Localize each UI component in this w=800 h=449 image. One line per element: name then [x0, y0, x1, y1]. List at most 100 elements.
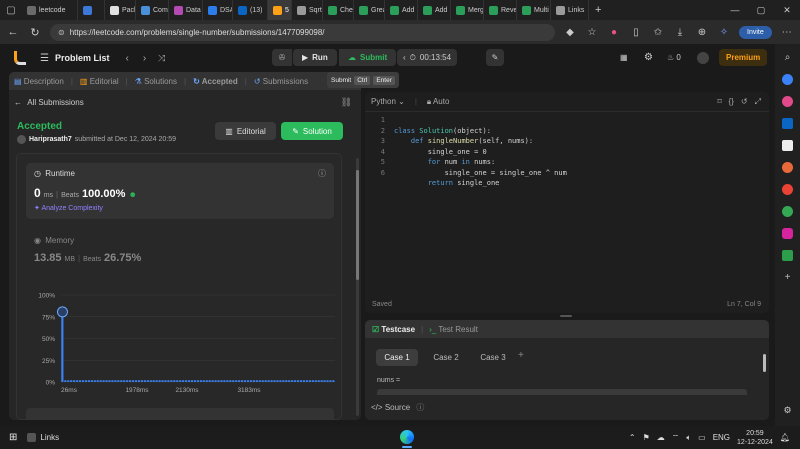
tab-test-result[interactable]: ›_ Test Result [429, 325, 478, 334]
browser-tab[interactable]: (13) [233, 0, 268, 20]
leetcode-logo-icon[interactable] [14, 51, 26, 65]
edge-taskbar-icon[interactable] [400, 430, 414, 444]
browser-tab[interactable] [78, 0, 105, 20]
code-area[interactable]: class Solution(object): def singleNumber… [394, 115, 567, 189]
case-2-tab[interactable]: Case 2 [425, 349, 467, 366]
browser-tab[interactable]: Add [385, 0, 418, 20]
tray-expand-icon[interactable]: ⌃ [629, 433, 636, 442]
more-icon[interactable]: ⋯ [780, 27, 794, 38]
note-icon[interactable]: ✎ [486, 49, 504, 66]
language-indicator[interactable]: ENG [713, 433, 730, 442]
search-icon[interactable]: ⌕ [785, 52, 791, 63]
wifi-icon[interactable]: ⌔ [672, 433, 680, 443]
copilot-sidebar-icon[interactable] [782, 74, 793, 85]
instagram-icon[interactable] [782, 228, 793, 239]
panel-splitter[interactable] [560, 315, 572, 317]
start-icon[interactable]: ⊞ [9, 432, 17, 443]
browser-tab[interactable]: Chec [323, 0, 354, 20]
google-icon[interactable] [782, 184, 793, 195]
close-icon[interactable]: ✕ [774, 0, 800, 20]
tab-description[interactable]: ▤ Description [14, 77, 64, 86]
solution-button[interactable]: ✎ Solution [281, 122, 343, 140]
testcase-scrollbar[interactable] [763, 354, 766, 372]
help-icon[interactable]: ⓘ [416, 403, 424, 412]
download-icon[interactable]: ⤓ [673, 27, 687, 38]
tab-testcase[interactable]: ☑ Testcase [372, 325, 415, 334]
layout-icon[interactable]: ▦ [620, 53, 628, 62]
browser-tab[interactable]: Links [551, 0, 589, 20]
run-button[interactable]: ▶ Run [293, 49, 337, 66]
username[interactable]: Hariprasath7 [29, 136, 72, 143]
prev-problem-icon[interactable]: ‹ [125, 53, 128, 64]
bookmark-icon[interactable]: ⌑ [717, 97, 721, 107]
invite-button[interactable]: Invite [739, 25, 772, 39]
browser-tab[interactable]: Reve [484, 0, 517, 20]
favorite-icon[interactable]: ☆ [585, 27, 599, 38]
medium-icon[interactable] [782, 140, 793, 151]
back-icon[interactable]: ← [6, 26, 20, 38]
tab-solutions[interactable]: ⚗ Solutions [135, 77, 177, 86]
browser-tab[interactable]: Sqrti [292, 0, 323, 20]
settings-icon[interactable]: ⚙ [644, 52, 653, 63]
browser-tab[interactable]: DSA [203, 0, 233, 20]
auto-mode-toggle[interactable]: 🔒︎ Auto [427, 97, 450, 107]
next-problem-icon[interactable]: › [143, 53, 146, 64]
left-scrollbar[interactable] [356, 158, 359, 416]
fullscreen-icon[interactable]: ⤢ [755, 97, 761, 107]
avatar[interactable] [697, 52, 709, 64]
notification-icon[interactable]: 🔔︎ [780, 433, 790, 442]
browser-tab[interactable]: Merg [451, 0, 484, 20]
user-avatar[interactable] [17, 135, 26, 144]
problem-list-link[interactable]: Problem List [55, 53, 110, 63]
language-select[interactable]: Python ⌄ [371, 97, 405, 106]
site-info-icon[interactable]: ⊜ [58, 28, 65, 37]
browser-tab[interactable]: Grea [354, 0, 385, 20]
runtime-card[interactable]: ◷ Runtime ⓘ 0 ms | Beats 100.00% ☻ ✦ Ana… [26, 163, 334, 219]
browser-tab[interactable]: Packa [105, 0, 136, 20]
case-1-tab[interactable]: Case 1 [376, 349, 418, 366]
case-3-tab[interactable]: Case 3 [472, 349, 514, 366]
share-link-icon[interactable]: ⛓ [341, 97, 352, 108]
streak-counter[interactable]: ♨ 0 [667, 53, 681, 62]
url-field[interactable]: ⊜ https://leetcode.com/problems/single-n… [50, 23, 555, 41]
browser-tab[interactable]: 5✕ [268, 0, 292, 20]
timer[interactable]: ‹ ⏱ 00:13:54 [397, 49, 458, 66]
collections-icon[interactable]: ⊕ [695, 27, 709, 38]
split-screen-icon[interactable]: ▯ [629, 27, 643, 38]
browser-tab[interactable]: Data [169, 0, 203, 20]
format-code-icon[interactable]: {} [729, 97, 734, 107]
all-submissions-link[interactable]: ← All Submissions [14, 98, 84, 107]
add-case-button[interactable]: + [518, 350, 524, 361]
tab-accepted[interactable]: ↻ Accepted [193, 77, 238, 86]
add-site-icon[interactable]: + [782, 272, 793, 283]
maximize-icon[interactable]: ▢ [748, 0, 774, 20]
problem-list-icon[interactable]: ☰ [40, 53, 49, 64]
tab-submissions[interactable]: ↺ Submissions [254, 77, 308, 86]
copilot-icon[interactable]: ✧ [717, 27, 731, 38]
taskbar-search[interactable]: Links [27, 433, 59, 442]
clock[interactable]: 20:59 12-12-2024 [737, 429, 773, 447]
drive-icon[interactable] [782, 250, 793, 261]
volume-icon[interactable]: 🔈︎ [686, 433, 691, 443]
reset-icon[interactable]: ↺ [741, 97, 748, 107]
shopping-icon[interactable] [782, 96, 793, 107]
extension-icon[interactable]: ◆ [563, 27, 577, 38]
analyze-complexity-link[interactable]: ✦ Analyze Complexity [34, 204, 103, 212]
source-toggle[interactable]: </> Source ⓘ [371, 402, 424, 413]
browser-tab[interactable]: leetcode [22, 0, 78, 20]
battery-icon[interactable]: ▭ [698, 433, 706, 442]
tab-editorial[interactable]: ▥ Editorial [80, 77, 119, 86]
editorial-button[interactable]: ▥ Editorial [215, 122, 276, 140]
refresh-icon[interactable]: ↻ [28, 26, 42, 39]
sidebar-settings-icon[interactable]: ⚙ [783, 405, 791, 416]
tab-actions-icon[interactable]: ▢ [0, 5, 22, 16]
cloud-icon[interactable]: ☁ [657, 433, 665, 442]
profile-icon[interactable]: ● [607, 27, 621, 38]
games-icon[interactable] [782, 162, 793, 173]
browser-tab[interactable]: Add [418, 0, 451, 20]
memory-section[interactable]: ◉ Memory 13.85 MB | Beats 26.75% [26, 232, 334, 272]
runtime-distribution-chart[interactable]: 100% 75% 50% 25% 0% 26ms 1978ms 2130ms 3183ms [17, 281, 342, 411]
submit-button[interactable]: ☁ Submit [339, 49, 397, 66]
browser-tab[interactable]: Multi [517, 0, 551, 20]
debug-button[interactable]: ✇ [272, 49, 292, 66]
